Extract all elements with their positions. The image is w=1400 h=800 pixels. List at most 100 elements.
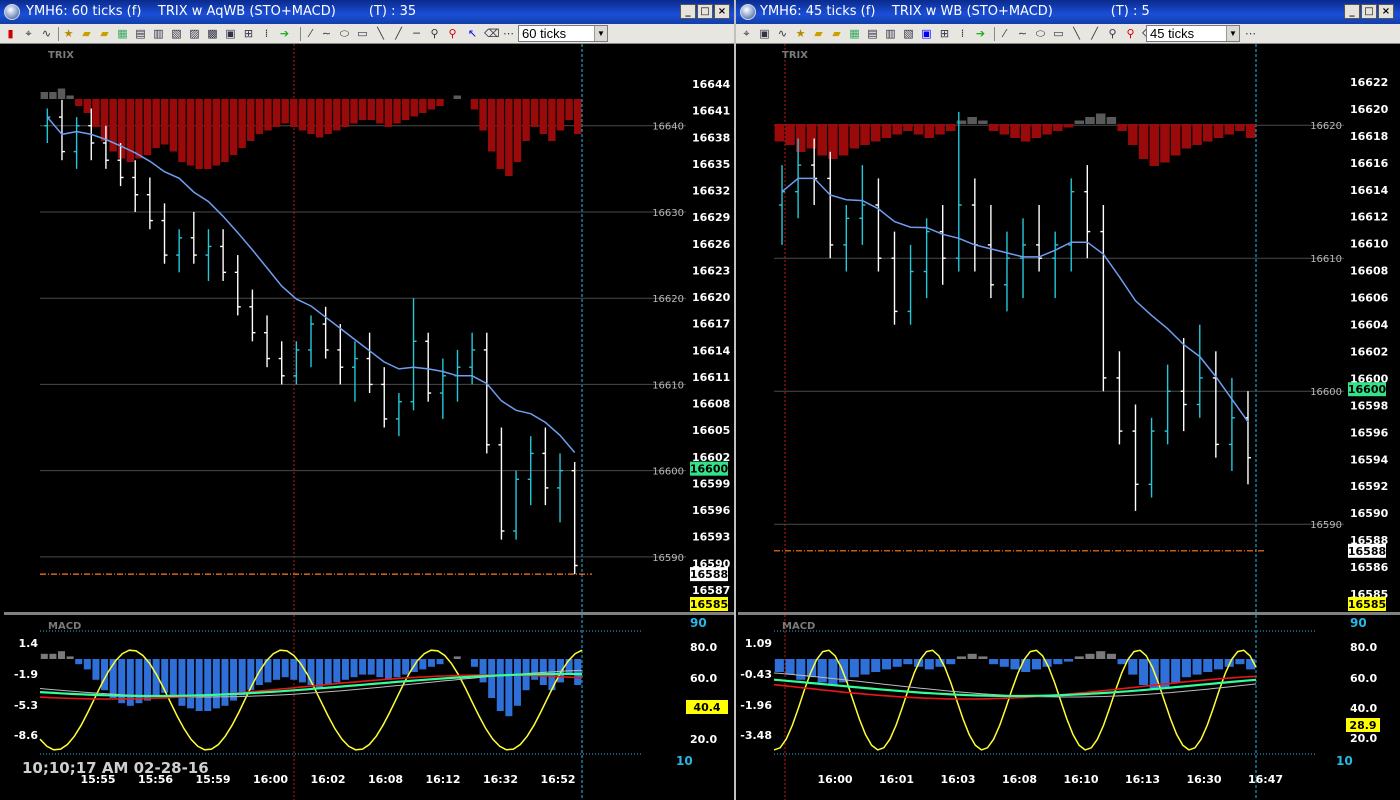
chevron-down-icon[interactable]: ▼ <box>594 26 607 41</box>
moving-average-line <box>46 116 576 453</box>
maximize-button[interactable]: □ <box>697 4 713 19</box>
rectangle-icon[interactable]: ▭ <box>356 27 369 40</box>
macd-histogram-bar <box>479 659 487 683</box>
right-price-pane[interactable]: 16622 16620 16618 16616 16614 16612 16610 16608… <box>738 44 1400 612</box>
panel-icon[interactable]: ▣ <box>920 27 933 40</box>
macd-histogram-bar <box>881 659 892 670</box>
calc-icon[interactable]: ▧ <box>902 27 915 40</box>
zoom-out-icon[interactable]: ⚲ <box>1124 27 1137 40</box>
macd-histogram-bar <box>376 659 384 678</box>
price-scale-label: 16604 <box>1350 319 1389 332</box>
right-title-bar[interactable]: YMH6: 45 ticks (f) TRIX w WB (STO+MACD) … <box>736 0 1400 24</box>
zoom-in-icon[interactable]: ⚲ <box>428 27 441 40</box>
arrow-right-icon[interactable]: ➔ <box>278 27 291 40</box>
table-icon[interactable]: ▩ <box>206 27 219 40</box>
save-icon[interactable]: ▣ <box>758 27 771 40</box>
ellipse-icon[interactable]: ⬭ <box>1034 27 1047 40</box>
trix-histogram-bar <box>66 95 74 99</box>
grid-price-label: 16600 <box>1310 387 1342 398</box>
arrow-right-icon[interactable]: ➔ <box>974 27 987 40</box>
macd-histogram-bar <box>1031 659 1041 670</box>
panel-icon[interactable]: ▣ <box>224 27 237 40</box>
trend-line-icon[interactable]: ╱ <box>1088 27 1101 40</box>
price-scale-label: 16620 <box>692 291 731 304</box>
grid-price-label: 16590 <box>1310 520 1342 531</box>
diagonal-line-icon[interactable]: ╲ <box>374 27 387 40</box>
options-icon[interactable]: ⋯ <box>1244 27 1257 40</box>
horizontal-line-icon[interactable]: ─ <box>410 27 423 40</box>
maximize-button[interactable]: □ <box>1361 4 1377 19</box>
right-macd-pane[interactable]: 1.09 -0.43 -1.96 -3.48 MACD 90 80.0 60.0 40.0 28.… <box>738 615 1400 800</box>
notes-icon[interactable]: ▥ <box>152 27 165 40</box>
trix-histogram-bar <box>436 99 444 106</box>
trix-histogram-bar <box>817 124 827 156</box>
grid-icon[interactable]: ▦ <box>116 27 129 40</box>
trix-histogram-bar <box>367 99 375 120</box>
line-icon[interactable]: ⁄ <box>998 27 1011 40</box>
dots-icon[interactable]: ⁞ <box>956 27 969 40</box>
trix-histogram-bar <box>247 99 255 141</box>
curve-icon[interactable]: ∼ <box>1016 27 1029 40</box>
open-folder-icon[interactable]: ▰ <box>80 27 93 40</box>
curve-icon[interactable]: ∼ <box>320 27 333 40</box>
left-title-bar[interactable]: YMH6: 60 ticks (f) TRIX w AqWB (STO+MACD… <box>0 0 734 24</box>
price-scale-label: 16617 <box>692 318 730 331</box>
grid-icon[interactable]: ▦ <box>848 27 861 40</box>
select-icon[interactable]: ↖ <box>466 27 479 40</box>
dots-icon[interactable]: ⁞ <box>260 27 273 40</box>
calc-icon[interactable]: ▧ <box>170 27 183 40</box>
wave-icon[interactable]: ∿ <box>776 27 789 40</box>
eraser-icon[interactable]: ⌫ <box>484 27 500 40</box>
trix-histogram-bar <box>75 99 83 106</box>
macd-right-label: 80.0 <box>690 641 717 654</box>
time-axis-label: 16:32 <box>483 773 518 786</box>
macd-histogram-bar <box>1203 659 1213 672</box>
chart-type-icon[interactable]: ▮ <box>4 27 17 40</box>
tick-interval-select[interactable]: 60 ticks ▼ <box>518 25 608 42</box>
crosshair-icon[interactable]: ⊞ <box>242 27 255 40</box>
zoom-out-icon[interactable]: ⚲ <box>446 27 459 40</box>
macd-histogram-bar <box>204 659 212 711</box>
cursor-icon[interactable]: ⌖ <box>22 27 35 40</box>
minimize-button[interactable]: _ <box>1344 4 1360 19</box>
layers-icon[interactable]: ▨ <box>188 27 201 40</box>
time-axis-label: 16:03 <box>940 773 975 786</box>
time-axis-label: 16:13 <box>1125 773 1160 786</box>
left-price-pane[interactable]: 16644 16641 16638 16635 16632 16629 16626 16623… <box>4 44 734 612</box>
page-icon[interactable]: ▤ <box>866 27 879 40</box>
tick-interval-select[interactable]: 45 ticks ▼ <box>1146 25 1240 42</box>
close-button[interactable]: × <box>1378 4 1394 19</box>
left-chart-window[interactable]: YMH6: 60 ticks (f) TRIX w AqWB (STO+MACD… <box>0 0 734 800</box>
options-icon[interactable]: ⋯ <box>502 27 515 40</box>
open-folder-icon[interactable]: ▰ <box>812 27 825 40</box>
page-icon[interactable]: ▤ <box>134 27 147 40</box>
wave-icon[interactable]: ∿ <box>40 27 53 40</box>
folder-icon[interactable]: ▰ <box>830 27 843 40</box>
minimize-button[interactable]: _ <box>680 4 696 19</box>
diagonal-line-icon[interactable]: ╲ <box>1070 27 1083 40</box>
trend-line-icon[interactable]: ╱ <box>392 27 405 40</box>
trix-histogram-bar <box>307 99 315 134</box>
right-chart-window[interactable]: YMH6: 45 ticks (f) TRIX w WB (STO+MACD) … <box>736 0 1400 800</box>
line-icon[interactable]: ⁄ <box>304 27 317 40</box>
trix-histogram-bar <box>341 99 350 127</box>
close-button[interactable]: × <box>714 4 730 19</box>
notes-icon[interactable]: ▥ <box>884 27 897 40</box>
trix-histogram-bar <box>1020 124 1031 142</box>
price-scale-label: 16590 <box>1350 507 1389 520</box>
star-icon[interactable]: ★ <box>62 27 75 40</box>
macd-histogram-bar <box>75 659 83 665</box>
crosshair-icon[interactable]: ⊞ <box>938 27 951 40</box>
low-price-tag: 16585 <box>690 598 728 611</box>
macd-axis-label: -3.48 <box>740 729 772 742</box>
price-scale-label: 16614 <box>692 344 731 357</box>
star-icon[interactable]: ★ <box>794 27 807 40</box>
macd-right-label: 10 <box>1336 754 1353 768</box>
ellipse-icon[interactable]: ⬭ <box>338 27 351 40</box>
folder-icon[interactable]: ▰ <box>98 27 111 40</box>
rectangle-icon[interactable]: ▭ <box>1052 27 1065 40</box>
cursor-icon[interactable]: ⌖ <box>740 27 753 40</box>
chevron-down-icon[interactable]: ▼ <box>1226 26 1239 41</box>
zoom-in-icon[interactable]: ⚲ <box>1106 27 1119 40</box>
macd-histogram-bar <box>1181 659 1191 678</box>
